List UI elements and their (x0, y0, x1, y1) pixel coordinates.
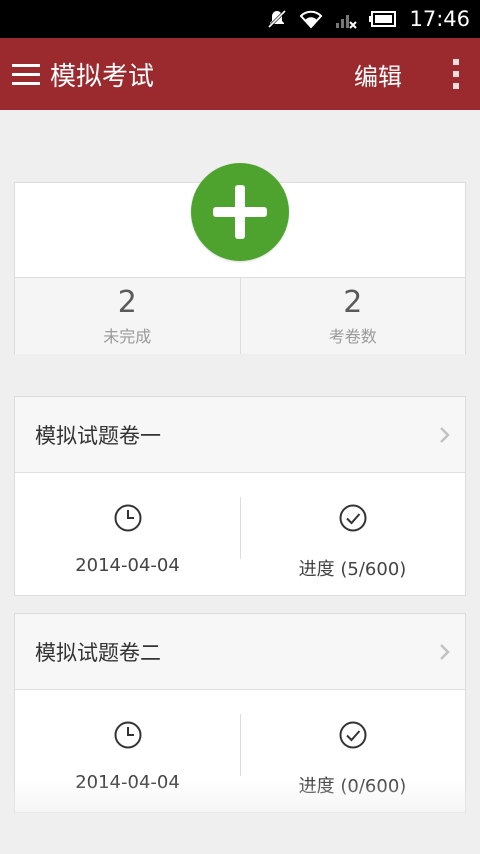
stat-paper-count: 2 考卷数 (239, 278, 466, 354)
column-divider (240, 714, 241, 776)
chevron-right-icon (425, 426, 465, 444)
status-bar: 17:46 (0, 0, 480, 38)
edit-button[interactable]: 编辑 (354, 57, 402, 92)
status-time: 17:46 (409, 7, 470, 31)
exam-card-body: 2014-04-04 进度 (5/600) (15, 473, 465, 595)
chevron-right-icon (425, 643, 465, 661)
battery-icon (369, 10, 397, 28)
stat-paper-count-label: 考卷数 (328, 327, 377, 346)
clock-icon (113, 720, 143, 750)
scroll-fade (0, 780, 480, 854)
stat-incomplete-label: 未完成 (103, 327, 152, 346)
exam-progress-section: 进度 (5/600) (240, 473, 465, 595)
exam-name: 模拟试题卷二 (35, 640, 161, 665)
exam-card-header[interactable]: 模拟试题卷二 (15, 614, 465, 690)
exam-date-section: 2014-04-04 (15, 473, 240, 595)
app-bar: 模拟考试 编辑 (0, 38, 480, 110)
exam-date: 2014-04-04 (75, 555, 180, 576)
wifi-icon (299, 9, 323, 29)
hamburger-menu-button[interactable] (2, 38, 50, 110)
stat-paper-count-value: 2 (343, 285, 363, 320)
exam-card-header[interactable]: 模拟试题卷一 (15, 397, 465, 473)
exam-progress: 进度 (5/600) (298, 559, 407, 580)
check-circle-icon (338, 720, 368, 750)
hamburger-menu-icon (12, 64, 40, 85)
exam-card[interactable]: 模拟试题卷一 2014-04-04 进度 (5/600) (14, 396, 466, 596)
more-vertical-icon (453, 59, 459, 89)
plus-icon (213, 185, 267, 239)
summary-stats: 2 未完成 2 考卷数 (15, 277, 465, 354)
signal-icon (335, 9, 358, 29)
stat-incomplete: 2 未完成 (15, 278, 240, 354)
exam-name: 模拟试题卷一 (35, 423, 161, 448)
page-title: 模拟考试 (50, 61, 155, 92)
more-options-button[interactable] (436, 38, 476, 110)
muted-icon (267, 9, 287, 29)
add-exam-button[interactable] (191, 163, 289, 261)
column-divider (240, 497, 241, 559)
clock-icon (113, 503, 143, 533)
check-circle-icon (338, 503, 368, 533)
stat-incomplete-value: 2 (117, 285, 137, 320)
